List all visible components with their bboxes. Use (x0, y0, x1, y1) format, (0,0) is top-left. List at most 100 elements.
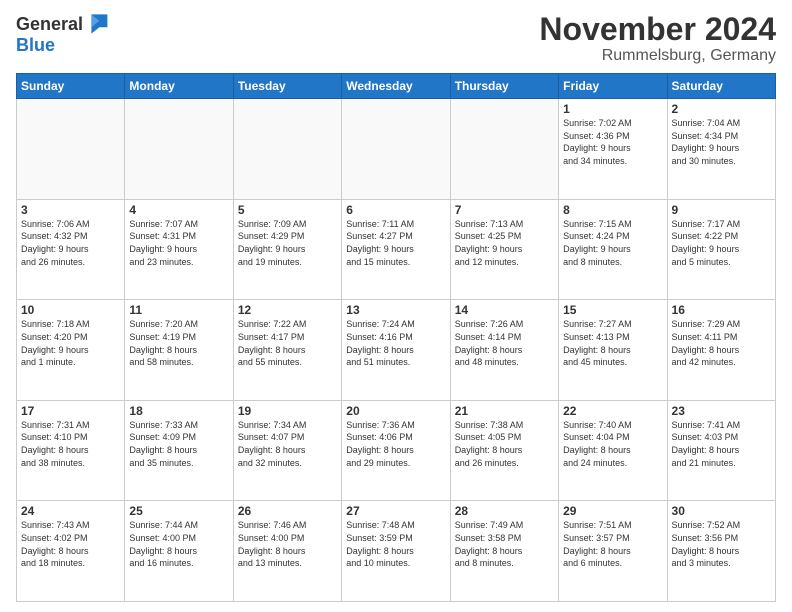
calendar-cell: 2Sunrise: 7:04 AM Sunset: 4:34 PM Daylig… (667, 99, 775, 200)
weekday-header-thursday: Thursday (450, 74, 558, 99)
day-number: 20 (346, 404, 445, 418)
logo-general-text: General (16, 15, 83, 33)
calendar-cell: 23Sunrise: 7:41 AM Sunset: 4:03 PM Dayli… (667, 400, 775, 501)
day-number: 4 (129, 203, 228, 217)
weekday-header-wednesday: Wednesday (342, 74, 450, 99)
day-number: 3 (21, 203, 120, 217)
calendar-cell: 7Sunrise: 7:13 AM Sunset: 4:25 PM Daylig… (450, 199, 558, 300)
weekday-header-monday: Monday (125, 74, 233, 99)
day-info: Sunrise: 7:36 AM Sunset: 4:06 PM Dayligh… (346, 419, 445, 469)
calendar-table: SundayMondayTuesdayWednesdayThursdayFrid… (16, 73, 776, 602)
day-info: Sunrise: 7:43 AM Sunset: 4:02 PM Dayligh… (21, 519, 120, 569)
calendar-cell: 15Sunrise: 7:27 AM Sunset: 4:13 PM Dayli… (559, 300, 667, 401)
day-info: Sunrise: 7:41 AM Sunset: 4:03 PM Dayligh… (672, 419, 771, 469)
calendar-cell: 12Sunrise: 7:22 AM Sunset: 4:17 PM Dayli… (233, 300, 341, 401)
calendar-cell (233, 99, 341, 200)
calendar-cell: 13Sunrise: 7:24 AM Sunset: 4:16 PM Dayli… (342, 300, 450, 401)
calendar-cell (17, 99, 125, 200)
day-info: Sunrise: 7:24 AM Sunset: 4:16 PM Dayligh… (346, 318, 445, 368)
day-info: Sunrise: 7:18 AM Sunset: 4:20 PM Dayligh… (21, 318, 120, 368)
calendar-cell: 9Sunrise: 7:17 AM Sunset: 4:22 PM Daylig… (667, 199, 775, 300)
day-number: 28 (455, 504, 554, 518)
calendar-cell: 24Sunrise: 7:43 AM Sunset: 4:02 PM Dayli… (17, 501, 125, 602)
calendar-cell: 28Sunrise: 7:49 AM Sunset: 3:58 PM Dayli… (450, 501, 558, 602)
calendar-cell: 10Sunrise: 7:18 AM Sunset: 4:20 PM Dayli… (17, 300, 125, 401)
calendar-cell: 1Sunrise: 7:02 AM Sunset: 4:36 PM Daylig… (559, 99, 667, 200)
day-number: 19 (238, 404, 337, 418)
weekday-header-row: SundayMondayTuesdayWednesdayThursdayFrid… (17, 74, 776, 99)
day-info: Sunrise: 7:15 AM Sunset: 4:24 PM Dayligh… (563, 218, 662, 268)
day-number: 30 (672, 504, 771, 518)
calendar-cell (450, 99, 558, 200)
day-info: Sunrise: 7:13 AM Sunset: 4:25 PM Dayligh… (455, 218, 554, 268)
day-number: 25 (129, 504, 228, 518)
day-number: 6 (346, 203, 445, 217)
day-info: Sunrise: 7:17 AM Sunset: 4:22 PM Dayligh… (672, 218, 771, 268)
day-info: Sunrise: 7:51 AM Sunset: 3:57 PM Dayligh… (563, 519, 662, 569)
day-info: Sunrise: 7:20 AM Sunset: 4:19 PM Dayligh… (129, 318, 228, 368)
day-number: 2 (672, 102, 771, 116)
day-number: 14 (455, 303, 554, 317)
logo-icon (85, 12, 109, 36)
calendar-cell: 30Sunrise: 7:52 AM Sunset: 3:56 PM Dayli… (667, 501, 775, 602)
day-number: 13 (346, 303, 445, 317)
calendar-cell: 27Sunrise: 7:48 AM Sunset: 3:59 PM Dayli… (342, 501, 450, 602)
day-info: Sunrise: 7:06 AM Sunset: 4:32 PM Dayligh… (21, 218, 120, 268)
day-number: 18 (129, 404, 228, 418)
weekday-header-friday: Friday (559, 74, 667, 99)
day-number: 15 (563, 303, 662, 317)
day-info: Sunrise: 7:27 AM Sunset: 4:13 PM Dayligh… (563, 318, 662, 368)
day-number: 16 (672, 303, 771, 317)
month-title: November 2024 (539, 12, 776, 47)
day-number: 7 (455, 203, 554, 217)
calendar-cell (342, 99, 450, 200)
day-info: Sunrise: 7:49 AM Sunset: 3:58 PM Dayligh… (455, 519, 554, 569)
day-info: Sunrise: 7:44 AM Sunset: 4:00 PM Dayligh… (129, 519, 228, 569)
day-number: 8 (563, 203, 662, 217)
day-info: Sunrise: 7:33 AM Sunset: 4:09 PM Dayligh… (129, 419, 228, 469)
week-row-5: 24Sunrise: 7:43 AM Sunset: 4:02 PM Dayli… (17, 501, 776, 602)
weekday-header-tuesday: Tuesday (233, 74, 341, 99)
calendar-cell: 11Sunrise: 7:20 AM Sunset: 4:19 PM Dayli… (125, 300, 233, 401)
day-info: Sunrise: 7:38 AM Sunset: 4:05 PM Dayligh… (455, 419, 554, 469)
calendar-cell: 26Sunrise: 7:46 AM Sunset: 4:00 PM Dayli… (233, 501, 341, 602)
calendar-cell: 6Sunrise: 7:11 AM Sunset: 4:27 PM Daylig… (342, 199, 450, 300)
day-info: Sunrise: 7:29 AM Sunset: 4:11 PM Dayligh… (672, 318, 771, 368)
header: General Blue November 2024 Rummelsburg, … (16, 12, 776, 65)
day-number: 10 (21, 303, 120, 317)
day-number: 11 (129, 303, 228, 317)
calendar-cell: 19Sunrise: 7:34 AM Sunset: 4:07 PM Dayli… (233, 400, 341, 501)
day-info: Sunrise: 7:46 AM Sunset: 4:00 PM Dayligh… (238, 519, 337, 569)
day-info: Sunrise: 7:48 AM Sunset: 3:59 PM Dayligh… (346, 519, 445, 569)
calendar-cell: 21Sunrise: 7:38 AM Sunset: 4:05 PM Dayli… (450, 400, 558, 501)
day-info: Sunrise: 7:52 AM Sunset: 3:56 PM Dayligh… (672, 519, 771, 569)
day-info: Sunrise: 7:26 AM Sunset: 4:14 PM Dayligh… (455, 318, 554, 368)
day-number: 21 (455, 404, 554, 418)
week-row-1: 1Sunrise: 7:02 AM Sunset: 4:36 PM Daylig… (17, 99, 776, 200)
week-row-3: 10Sunrise: 7:18 AM Sunset: 4:20 PM Dayli… (17, 300, 776, 401)
weekday-header-saturday: Saturday (667, 74, 775, 99)
calendar-cell: 25Sunrise: 7:44 AM Sunset: 4:00 PM Dayli… (125, 501, 233, 602)
calendar-cell: 5Sunrise: 7:09 AM Sunset: 4:29 PM Daylig… (233, 199, 341, 300)
day-info: Sunrise: 7:04 AM Sunset: 4:34 PM Dayligh… (672, 117, 771, 167)
calendar-cell (125, 99, 233, 200)
day-number: 23 (672, 404, 771, 418)
calendar-cell: 8Sunrise: 7:15 AM Sunset: 4:24 PM Daylig… (559, 199, 667, 300)
calendar-cell: 4Sunrise: 7:07 AM Sunset: 4:31 PM Daylig… (125, 199, 233, 300)
calendar-cell: 29Sunrise: 7:51 AM Sunset: 3:57 PM Dayli… (559, 501, 667, 602)
location-title: Rummelsburg, Germany (539, 47, 776, 65)
logo: General Blue (16, 12, 109, 56)
day-number: 22 (563, 404, 662, 418)
calendar-cell: 20Sunrise: 7:36 AM Sunset: 4:06 PM Dayli… (342, 400, 450, 501)
calendar-cell: 17Sunrise: 7:31 AM Sunset: 4:10 PM Dayli… (17, 400, 125, 501)
day-info: Sunrise: 7:40 AM Sunset: 4:04 PM Dayligh… (563, 419, 662, 469)
day-number: 9 (672, 203, 771, 217)
calendar-cell: 3Sunrise: 7:06 AM Sunset: 4:32 PM Daylig… (17, 199, 125, 300)
page: General Blue November 2024 Rummelsburg, … (0, 0, 792, 612)
day-info: Sunrise: 7:07 AM Sunset: 4:31 PM Dayligh… (129, 218, 228, 268)
logo-blue-text: Blue (16, 35, 55, 55)
week-row-2: 3Sunrise: 7:06 AM Sunset: 4:32 PM Daylig… (17, 199, 776, 300)
day-info: Sunrise: 7:09 AM Sunset: 4:29 PM Dayligh… (238, 218, 337, 268)
day-number: 24 (21, 504, 120, 518)
day-info: Sunrise: 7:02 AM Sunset: 4:36 PM Dayligh… (563, 117, 662, 167)
